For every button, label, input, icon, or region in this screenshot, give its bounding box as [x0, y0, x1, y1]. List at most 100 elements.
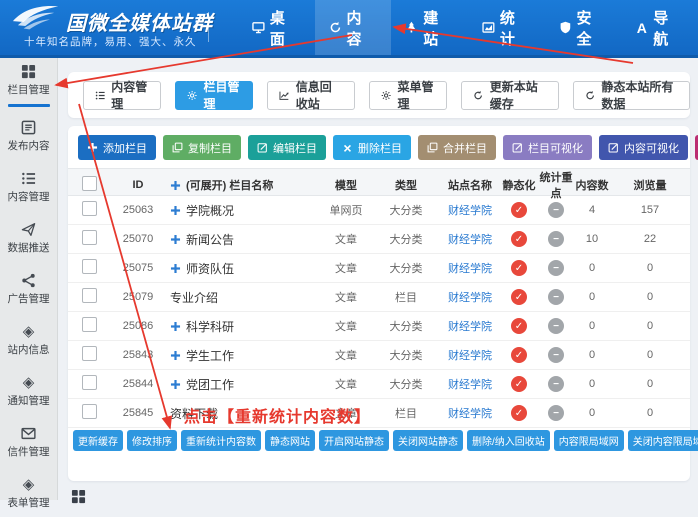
sidebar-item[interactable]: 发布内容	[0, 109, 57, 160]
nav-item[interactable]: A 导航	[621, 0, 698, 55]
select-all-checkbox[interactable]	[82, 176, 97, 191]
cell-site-link[interactable]: 财经学院	[448, 292, 492, 304]
cell-site-link[interactable]: 财经学院	[448, 350, 492, 362]
expand-plus-icon[interactable]	[170, 205, 181, 216]
cell-model: 文章	[320, 260, 372, 276]
batch-action-button[interactable]: 关闭网站静态	[393, 430, 463, 451]
expand-plus-icon[interactable]	[170, 234, 181, 245]
sidebar-item[interactable]: 广告管理	[0, 262, 57, 313]
focus-off-icon[interactable]: −	[548, 376, 564, 392]
expand-plus-icon[interactable]	[170, 321, 181, 332]
cell-site-link[interactable]: 财经学院	[448, 205, 492, 217]
sidebar-item[interactable]: 数据推送	[0, 211, 57, 262]
static-on-icon[interactable]: ✓	[511, 289, 527, 305]
row-checkbox[interactable]	[82, 259, 97, 274]
toolbar-button[interactable]: 更新本站缓存	[461, 81, 559, 110]
batch-action-button[interactable]: 关闭内容限局域网	[628, 430, 698, 451]
action-button[interactable]: 内容可视化	[599, 135, 688, 160]
static-on-icon[interactable]: ✓	[511, 318, 527, 334]
nav-item[interactable]: 内容	[315, 0, 392, 55]
nav-item[interactable]: 桌面	[238, 0, 315, 55]
row-checkbox[interactable]	[82, 404, 97, 419]
batch-action-button[interactable]: 修改排序	[127, 430, 177, 451]
batch-action-button[interactable]: 静态网站	[265, 430, 315, 451]
action-button[interactable]: 合并栏目	[418, 135, 496, 160]
nav-item-label: 导航	[653, 7, 684, 49]
sidebar-item[interactable]: ◈ 站内信息	[0, 313, 57, 364]
row-checkbox[interactable]	[82, 201, 97, 216]
focus-off-icon[interactable]: −	[548, 347, 564, 363]
action-button[interactable]: 复制栏目	[163, 135, 241, 160]
action-button[interactable]: 编辑栏目	[248, 135, 326, 160]
toolbar-button[interactable]: 栏目管理	[175, 81, 253, 110]
table-header-row: ID (可展开) 栏目名称 模型 类型 站点名称 静态化 统计重点 内容数 浏览…	[68, 168, 690, 196]
nav-item[interactable]: 统计	[468, 0, 545, 55]
header-type: 类型	[372, 177, 440, 193]
cell-site-link[interactable]: 财经学院	[448, 321, 492, 333]
sidebar-item[interactable]: 信件管理	[0, 415, 57, 466]
cell-column-name[interactable]: 科学科研	[186, 318, 234, 335]
nav-item[interactable]: 安全	[545, 0, 622, 55]
toolbar-button[interactable]: 静态本站所有数据	[573, 81, 690, 110]
cell-views: 0	[610, 349, 690, 361]
expand-plus-icon[interactable]	[170, 379, 181, 390]
cell-column-name[interactable]: 师资队伍	[186, 260, 234, 277]
expand-plus-icon[interactable]	[170, 350, 181, 361]
cell-site-link[interactable]: 财经学院	[448, 263, 492, 275]
sidebar-item[interactable]: ◈ 通知管理	[0, 364, 57, 415]
cell-content-count: 0	[574, 320, 610, 332]
cell-model: 文章	[320, 347, 372, 363]
static-on-icon[interactable]: ✓	[511, 405, 527, 421]
cell-content-count: 10	[574, 233, 610, 245]
cell-column-name[interactable]: 党团工作	[186, 376, 234, 393]
static-on-icon[interactable]: ✓	[511, 202, 527, 218]
shield-icon	[559, 20, 572, 35]
static-on-icon[interactable]: ✓	[511, 347, 527, 363]
focus-off-icon[interactable]: −	[548, 231, 564, 247]
sidebar-item[interactable]: 内容管理	[0, 160, 57, 211]
action-button[interactable]: × 删除栏目	[333, 135, 411, 160]
static-on-icon[interactable]: ✓	[511, 231, 527, 247]
logo-swoosh-icon	[8, 3, 64, 31]
table-row: 25079 专业介绍 文章 栏目 财经学院 ✓ − 0 0	[68, 283, 690, 312]
cell-column-name[interactable]: 专业介绍	[170, 289, 218, 306]
row-checkbox[interactable]	[82, 346, 97, 361]
nav-item[interactable]: 建站	[391, 0, 468, 55]
focus-off-icon[interactable]: −	[548, 318, 564, 334]
batch-action-button[interactable]: 开启网站静态	[319, 430, 389, 451]
chart-line-icon	[279, 89, 289, 102]
toolbar-button-label: 栏目管理	[203, 78, 241, 112]
cell-content-count: 0	[574, 349, 610, 361]
row-checkbox[interactable]	[82, 288, 97, 303]
batch-action-button[interactable]: 更新缓存	[73, 430, 123, 451]
focus-off-icon[interactable]: −	[548, 289, 564, 305]
row-checkbox[interactable]	[82, 317, 97, 332]
batch-action-button[interactable]: 重新统计内容数	[181, 430, 261, 451]
expand-all-plus-icon[interactable]	[170, 180, 181, 191]
cell-site-link[interactable]: 财经学院	[448, 408, 492, 420]
toolbar-button[interactable]: 信息回收站	[267, 81, 355, 110]
cell-site-link[interactable]: 财经学院	[448, 234, 492, 246]
cell-site-link[interactable]: 财经学院	[448, 379, 492, 391]
batch-action-button[interactable]: 内容限局域网	[554, 430, 624, 451]
sidebar-item[interactable]: 栏目管理	[0, 58, 57, 109]
sidebar-item[interactable]: ◈ 表单管理	[0, 466, 57, 517]
row-checkbox[interactable]	[82, 230, 97, 245]
row-checkbox[interactable]	[82, 375, 97, 390]
static-on-icon[interactable]: ✓	[511, 376, 527, 392]
top-nav: 桌面 内容 建站 统计 安全 A 导航	[238, 0, 698, 55]
cell-column-name[interactable]: 新闻公告	[186, 231, 234, 248]
toolbar-button[interactable]: 菜单管理	[369, 81, 447, 110]
static-on-icon[interactable]: ✓	[511, 260, 527, 276]
focus-off-icon[interactable]: −	[548, 405, 564, 421]
batch-action-button[interactable]: 删除/纳入回收站	[467, 430, 550, 451]
cell-column-name[interactable]: 学生工作	[186, 347, 234, 364]
expand-plus-icon[interactable]	[170, 263, 181, 274]
focus-off-icon[interactable]: −	[548, 260, 564, 276]
toolbar-button-label: 内容管理	[111, 78, 149, 112]
focus-off-icon[interactable]: −	[548, 202, 564, 218]
action-button[interactable]: 栏目可视化	[503, 135, 592, 160]
action-button[interactable]: 添加栏目	[78, 135, 156, 160]
cell-column-name[interactable]: 学院概况	[186, 202, 234, 219]
toolbar-button[interactable]: 内容管理	[83, 81, 161, 110]
